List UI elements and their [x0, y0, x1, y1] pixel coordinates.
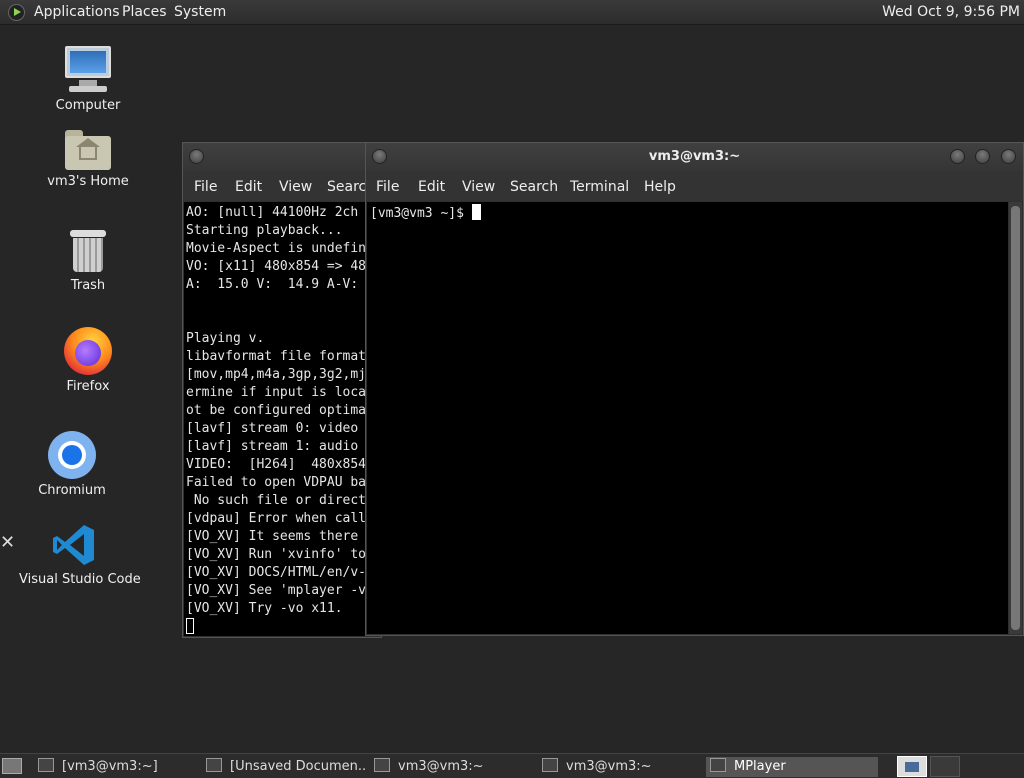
- distro-logo-icon[interactable]: [8, 4, 25, 21]
- window-title: vm3@vm3:~: [648, 149, 741, 164]
- desktop-icon-label: Chromium: [38, 483, 106, 498]
- taskbar-item-label: [vm3@vm3:~]: [62, 759, 158, 774]
- terminal-output-line: VO: [x11] 480x854 => 48: [186, 259, 367, 274]
- text-editor-icon: [206, 758, 222, 772]
- vscode-icon: [51, 522, 97, 568]
- workspace-1[interactable]: [897, 756, 927, 777]
- front-terminal-output[interactable]: [vm3@vm3 ~]$: [367, 202, 1008, 634]
- terminal-output-line: VIDEO: [H264] 480x854: [186, 457, 367, 472]
- terminal-icon: [542, 758, 558, 772]
- terminal-scrollbar[interactable]: [1009, 202, 1022, 634]
- close-button[interactable]: [1001, 149, 1016, 164]
- shell-prompt: [vm3@vm3 ~]$: [370, 206, 472, 221]
- front-terminal-menubar: File Edit View Search Terminal Help: [366, 171, 1023, 201]
- bottom-taskbar: [vm3@vm3:~] [Unsaved Documen... vm3@vm3:…: [0, 753, 1024, 778]
- home-folder-icon: [65, 130, 111, 170]
- desktop-icon-label: vm3's Home: [47, 174, 129, 189]
- chromium-icon: [48, 431, 96, 479]
- back-terminal-titlebar[interactable]: [183, 143, 381, 171]
- top-panel: Applications Places System Wed Oct 9, 9:…: [0, 0, 1024, 25]
- desktop-icon-home[interactable]: vm3's Home: [33, 130, 143, 189]
- terminal-output-line: [VO_XV] Try -vo x11.: [186, 601, 343, 616]
- maximize-button[interactable]: [975, 149, 990, 164]
- places-menu[interactable]: Places: [122, 4, 167, 20]
- terminal-output-line: [VO_XV] DOCS/HTML/en/v-: [186, 565, 367, 580]
- terminal-output-line: [vdpau] Error when call: [186, 511, 367, 526]
- menu-terminal[interactable]: Terminal: [570, 179, 629, 195]
- taskbar-item-label: [Unsaved Documen...: [230, 759, 366, 774]
- terminal-output-line: Starting playback...: [186, 223, 343, 238]
- firefox-icon: [64, 327, 112, 375]
- show-desktop-button[interactable]: [2, 758, 22, 774]
- taskbar-item-label: vm3@vm3:~: [398, 759, 484, 774]
- taskbar-item-label: MPlayer: [734, 759, 786, 774]
- close-x-icon: ✕: [0, 532, 16, 553]
- text-cursor: [471, 204, 481, 220]
- terminal-icon: [374, 758, 390, 772]
- menu-file[interactable]: File: [194, 179, 217, 195]
- terminal-output-line: Movie-Aspect is undefin: [186, 241, 367, 256]
- menu-help[interactable]: Help: [644, 179, 676, 195]
- computer-icon: [63, 46, 113, 94]
- workspace-2[interactable]: [930, 756, 960, 777]
- menu-file[interactable]: File: [376, 179, 399, 195]
- back-terminal-window[interactable]: File Edit View Search AO: [null] 44100Hz…: [182, 142, 382, 638]
- terminal-cursor-line: [186, 618, 380, 636]
- desktop-icon-label: Visual Studio Code: [19, 572, 141, 587]
- back-terminal-output[interactable]: AO: [null] 44100Hz 2ch Starting playback.…: [184, 202, 380, 636]
- menu-view[interactable]: View: [279, 179, 312, 195]
- taskbar-item-label: vm3@vm3:~: [566, 759, 652, 774]
- terminal-output-line: [mov,mp4,m4a,3gp,3g2,mj: [186, 367, 367, 382]
- desktop-icon-computer[interactable]: Computer: [33, 46, 143, 113]
- desktop-icon-firefox[interactable]: Firefox: [33, 327, 143, 394]
- panel-clock[interactable]: Wed Oct 9, 9:56 PM: [882, 4, 1020, 20]
- taskbar-item[interactable]: [Unsaved Documen...: [206, 757, 366, 777]
- front-terminal-window[interactable]: vm3@vm3:~ File Edit View Search Terminal…: [365, 142, 1024, 636]
- taskbar-item[interactable]: [vm3@vm3:~]: [38, 757, 198, 777]
- terminal-output-line: [VO_XV] See 'mplayer -v: [186, 583, 367, 598]
- menu-view[interactable]: View: [462, 179, 495, 195]
- taskbar-item[interactable]: vm3@vm3:~: [542, 757, 702, 777]
- menu-edit[interactable]: Edit: [418, 179, 445, 195]
- terminal-output-line: AO: [null] 44100Hz 2ch: [186, 205, 359, 220]
- trash-icon: [70, 230, 106, 274]
- terminal-icon: [38, 758, 54, 772]
- terminal-output-line: [VO_XV] Run 'xvinfo' to: [186, 547, 367, 562]
- terminal-output-line: [VO_XV] It seems there: [186, 529, 359, 544]
- terminal-output-line: No such file or direct: [186, 493, 367, 508]
- terminal-output-line: [lavf] stream 0: video: [186, 421, 359, 436]
- terminal-output-line: Playing v.: [186, 331, 265, 346]
- desktop-icon-vscode[interactable]: Visual Studio Code: [19, 522, 141, 587]
- menu-edit[interactable]: Edit: [235, 179, 262, 195]
- desktop-icon-trash[interactable]: Trash: [33, 230, 143, 293]
- menu-search[interactable]: Search: [510, 179, 558, 195]
- applications-menu[interactable]: Applications: [34, 4, 120, 20]
- desktop-icon-chromium[interactable]: Chromium: [17, 431, 127, 498]
- desktop-icon-label: Firefox: [66, 379, 110, 394]
- terminal-output-line: libavformat file format: [186, 349, 367, 364]
- terminal-output-line: Failed to open VDPAU ba: [186, 475, 367, 490]
- scrollbar-thumb[interactable]: [1011, 206, 1020, 630]
- terminal-output-line: A: 15.0 V: 14.9 A-V:: [186, 277, 359, 292]
- window-menu-button[interactable]: [189, 149, 204, 164]
- taskbar-item-active[interactable]: MPlayer: [706, 757, 878, 777]
- system-menu[interactable]: System: [174, 4, 226, 20]
- front-terminal-titlebar[interactable]: vm3@vm3:~: [366, 143, 1023, 171]
- terminal-output-line: ermine if input is loca: [186, 385, 367, 400]
- back-terminal-menubar: File Edit View Search: [183, 171, 381, 201]
- desktop-icon-label: Trash: [70, 278, 106, 293]
- minimize-button[interactable]: [950, 149, 965, 164]
- terminal-output-line: ot be configured optima: [186, 403, 367, 418]
- text-cursor: [186, 618, 194, 634]
- taskbar-item[interactable]: vm3@vm3:~: [374, 757, 534, 777]
- terminal-output-line: [lavf] stream 1: audio: [186, 439, 359, 454]
- mplayer-icon: [710, 758, 726, 772]
- desktop-icon-label: Computer: [55, 98, 121, 113]
